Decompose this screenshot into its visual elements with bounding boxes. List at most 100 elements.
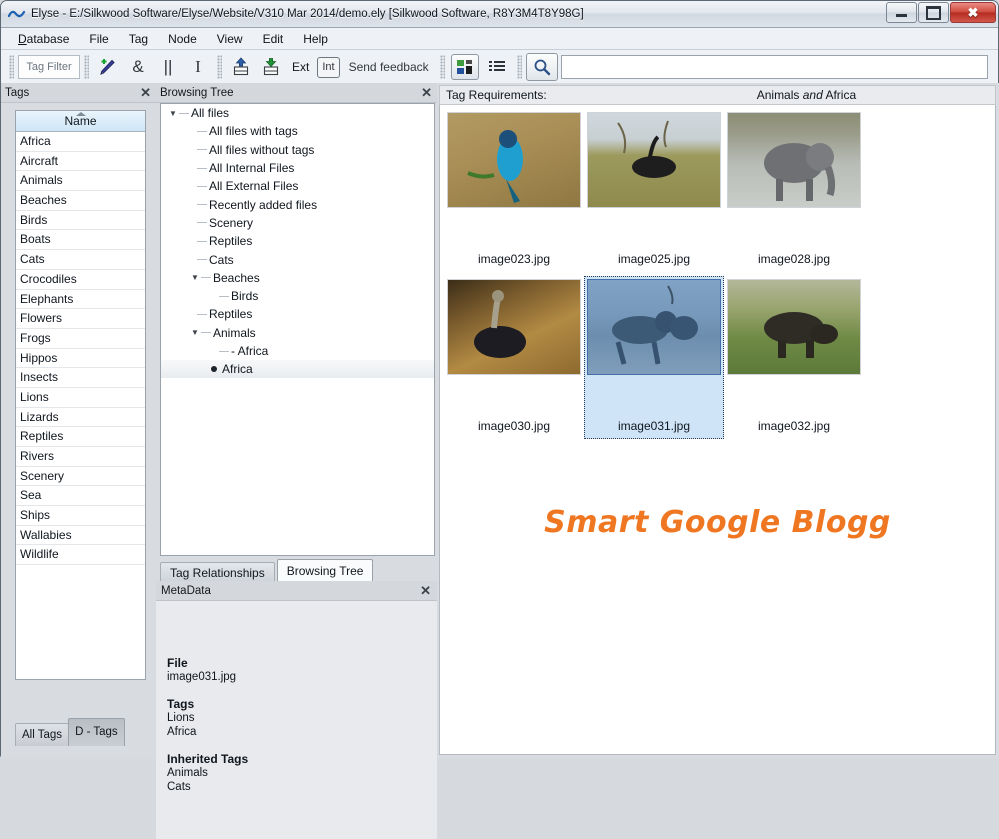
tag-list-item[interactable]: Wildlife (16, 545, 145, 565)
thumbnail-image[interactable] (587, 279, 721, 375)
tag-list-item[interactable]: Animals (16, 171, 145, 191)
tag-list-item[interactable]: Sea (16, 486, 145, 506)
metadata-tag-value: Lions (167, 711, 437, 725)
not-operator-button[interactable]: I (185, 53, 211, 81)
tree-rows: ▼ All files All files with tagsAll files w… (161, 104, 434, 378)
tree-node[interactable]: All External Files (161, 177, 434, 195)
tree-node[interactable]: Cats (161, 250, 434, 268)
chevron-down-icon[interactable]: ▼ (189, 328, 201, 337)
tag-list-item[interactable]: Flowers (16, 309, 145, 329)
search-input[interactable] (561, 55, 988, 79)
tag-list-item[interactable]: Lions (16, 388, 145, 408)
close-icon[interactable]: ✕ (140, 87, 151, 98)
import-up-arrow-icon[interactable] (228, 53, 254, 81)
thumbnail-item[interactable]: image028.jpg (724, 109, 864, 272)
menu-item-help[interactable]: Help (294, 30, 337, 48)
thumbnail-item[interactable]: image032.jpg (724, 276, 864, 439)
browsing-tab-strip: Tag Relationships Browsing Tree (160, 559, 375, 583)
tag-list-item[interactable]: Aircraft (16, 152, 145, 172)
menu-item-file[interactable]: File (80, 30, 117, 48)
tag-list-item[interactable]: Wallabies (16, 526, 145, 546)
tag-list-item[interactable]: Ships (16, 506, 145, 526)
ext-button[interactable]: Ext (288, 53, 313, 81)
tree-node[interactable]: ▼Beaches (161, 269, 434, 287)
tag-list-item[interactable]: Hippos (16, 349, 145, 369)
window-controls: ✖ (885, 2, 996, 23)
tag-list-item[interactable]: Rivers (16, 447, 145, 467)
tree-node[interactable]: - Africa (161, 342, 434, 360)
pen-plus-icon[interactable] (95, 53, 121, 81)
tree-node[interactable]: All Internal Files (161, 159, 434, 177)
thumbnail-image[interactable] (587, 112, 721, 208)
tag-list-item[interactable]: Reptiles (16, 427, 145, 447)
toolbar-grip[interactable] (217, 55, 222, 79)
tree-node[interactable]: Africa (161, 360, 434, 378)
minimize-button[interactable] (886, 2, 917, 23)
send-feedback-button[interactable]: Send feedback (344, 53, 434, 81)
tree-node[interactable]: Reptiles (161, 232, 434, 250)
tree-node[interactable]: All files with tags (161, 122, 434, 140)
tag-list-item[interactable]: Scenery (16, 467, 145, 487)
menu-item-tag[interactable]: Tag (120, 30, 157, 48)
thumbnail-area[interactable]: image023.jpgimage025.jpgimage028.jpgimag… (439, 105, 996, 755)
or-operator-button[interactable]: || (155, 53, 181, 81)
toolbar-grip[interactable] (517, 55, 522, 79)
tree-node[interactable]: ▼ All files (161, 104, 434, 122)
tree-node[interactable]: Scenery (161, 214, 434, 232)
tab-all-tags[interactable]: All Tags (15, 723, 69, 746)
toolbar-grip[interactable] (9, 55, 14, 79)
chevron-down-icon[interactable]: ▼ (189, 273, 201, 282)
tree-node-label: All files (191, 106, 229, 120)
tree-node[interactable]: Reptiles (161, 305, 434, 323)
toolbar-grip[interactable] (440, 55, 445, 79)
close-button[interactable]: ✖ (950, 2, 996, 23)
tab-tag-relationships[interactable]: Tag Relationships (160, 562, 275, 583)
toolbar-grip[interactable] (84, 55, 89, 79)
tag-list-item[interactable]: Cats (16, 250, 145, 270)
close-icon[interactable]: ✕ (421, 87, 432, 98)
tag-list-item[interactable]: Beaches (16, 191, 145, 211)
thumbnail-item-selected[interactable]: image031.jpg (584, 276, 724, 439)
tag-list-item[interactable]: Lizards (16, 408, 145, 428)
thumbnail-item[interactable]: image023.jpg (444, 109, 584, 272)
thumbnail-image[interactable] (447, 279, 581, 375)
tag-filter-button[interactable]: Tag Filter (18, 55, 80, 79)
menu-bar: Database File Tag Node View Edit Help (1, 28, 998, 50)
and-operator-button[interactable]: & (125, 53, 151, 81)
thumbnail-item[interactable]: image025.jpg (584, 109, 724, 272)
magnifier-icon[interactable] (526, 53, 558, 81)
tag-list-item[interactable]: Insects (16, 368, 145, 388)
thumbnail-grid-icon[interactable] (451, 54, 479, 80)
close-icon[interactable]: ✕ (420, 585, 431, 596)
export-down-arrow-icon[interactable] (258, 53, 284, 81)
menu-item-database[interactable]: Database (9, 30, 78, 48)
tree-node[interactable]: ▼Animals (161, 324, 434, 342)
tree-node[interactable]: Recently added files (161, 195, 434, 213)
browsing-tree[interactable]: ▼ All files All files with tagsAll files w… (160, 103, 435, 556)
menu-item-edit[interactable]: Edit (254, 30, 293, 48)
list-view-icon[interactable] (483, 54, 511, 80)
menu-item-database-label: atabase (27, 32, 70, 46)
chevron-down-icon[interactable]: ▼ (167, 109, 179, 118)
thumbnail-image[interactable] (727, 112, 861, 208)
tag-list-item[interactable]: Africa (16, 132, 145, 152)
thumbnail-image[interactable] (727, 279, 861, 375)
thumbnail-image[interactable] (447, 112, 581, 208)
int-button[interactable]: Int (317, 57, 339, 78)
tag-list-item[interactable]: Frogs (16, 329, 145, 349)
tab-browsing-tree[interactable]: Browsing Tree (277, 559, 374, 583)
tag-list-item[interactable]: Birds (16, 211, 145, 231)
tree-node[interactable]: All files without tags (161, 141, 434, 159)
menu-item-node[interactable]: Node (159, 30, 206, 48)
tag-list-item[interactable]: Boats (16, 230, 145, 250)
tags-list[interactable]: Name AfricaAircraftAnimalsBeachesBirdsBo… (15, 110, 146, 680)
tag-list-item[interactable]: Elephants (16, 290, 145, 310)
tags-column-header[interactable]: Name (16, 111, 145, 132)
tab-d-tags[interactable]: D - Tags (68, 718, 125, 746)
tree-node[interactable]: Birds (161, 287, 434, 305)
tag-list-item[interactable]: Crocodiles (16, 270, 145, 290)
maximize-button[interactable] (918, 2, 949, 23)
menu-item-view[interactable]: View (208, 30, 252, 48)
metadata-file-value: image031.jpg (167, 670, 437, 684)
thumbnail-item[interactable]: image030.jpg (444, 276, 584, 439)
